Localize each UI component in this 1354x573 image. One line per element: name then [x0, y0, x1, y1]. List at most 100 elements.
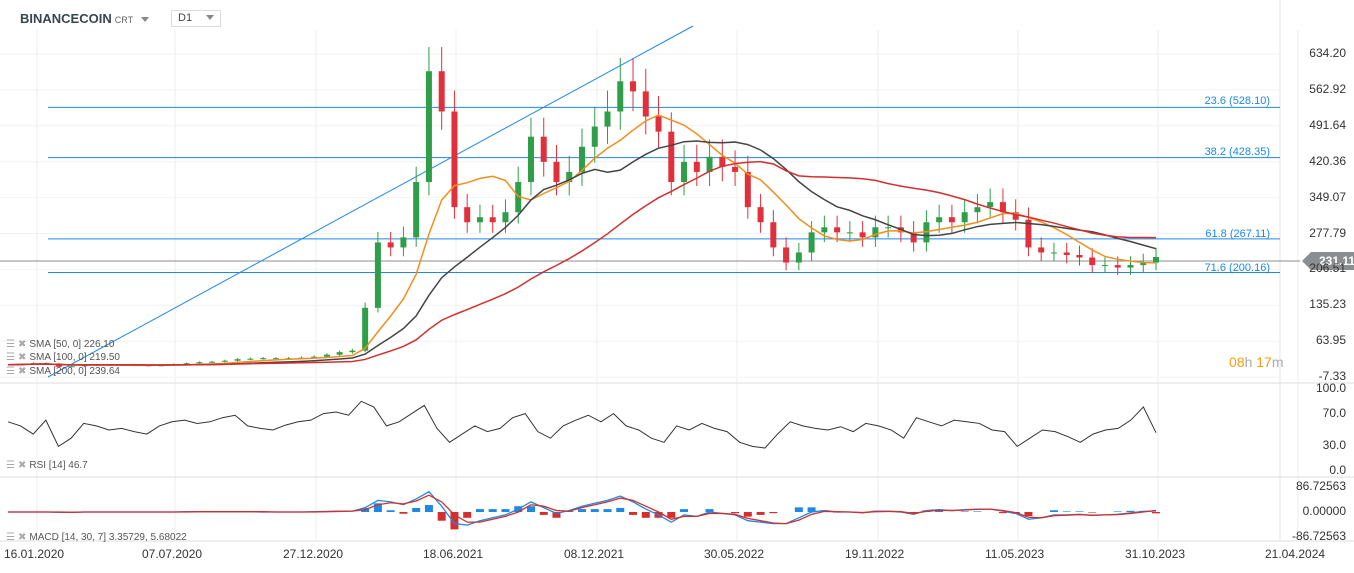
macd-histogram-bar: [743, 512, 752, 517]
macd-histogram-bar: [1113, 511, 1122, 512]
timer-minutes: 17: [1256, 354, 1272, 370]
macd-histogram-bar: [616, 507, 625, 512]
candle-body: [425, 71, 432, 182]
price-axis-label: 420.36: [1309, 153, 1346, 168]
close-icon[interactable]: ✖: [18, 352, 26, 363]
macd-histogram-bar: [1075, 511, 1084, 512]
candle-body: [1076, 254, 1083, 258]
candle-body: [936, 217, 943, 223]
macd-axis-label: 86.72563: [1295, 478, 1346, 493]
macd-histogram-bar: [386, 510, 395, 512]
candle-body: [502, 212, 509, 223]
time-axis-label: 07.07.2020: [142, 547, 203, 561]
candle-body: [668, 131, 675, 182]
candle-body: [1050, 252, 1057, 254]
candle-body: [476, 217, 483, 223]
time-axis-label: 18.06.2021: [423, 547, 484, 561]
menu-icon[interactable]: ☰: [6, 460, 15, 471]
price-axis-label: 277.79: [1309, 225, 1346, 240]
close-icon[interactable]: ✖: [18, 532, 26, 543]
macd-histogram-bar: [437, 512, 446, 521]
candle-body: [744, 171, 751, 208]
candle-body: [859, 232, 866, 238]
timer-h: h: [1244, 354, 1253, 370]
legend-sma50-text: SMA [50, 0] 226.10: [29, 339, 115, 350]
candle-body: [540, 136, 547, 162]
macd-histogram-bar: [590, 509, 599, 512]
fib-label-61-8: 61.8 (267.11): [1205, 228, 1270, 240]
rsi-axis-label: 100.0: [1315, 381, 1346, 395]
close-icon[interactable]: ✖: [18, 339, 26, 350]
menu-icon[interactable]: ☰: [6, 352, 15, 363]
macd-histogram-bar: [731, 512, 740, 514]
candle-body: [387, 242, 394, 248]
candle-body: [795, 252, 802, 263]
trend-line: [47, 25, 694, 378]
candle-body: [681, 161, 688, 182]
macd-histogram-bar: [629, 512, 638, 515]
legend-rsi[interactable]: ☰ ✖ RSI [14] 46.7: [6, 460, 88, 471]
candle-body: [642, 91, 649, 117]
macd-histogram-bar: [1024, 512, 1033, 517]
menu-icon[interactable]: ☰: [6, 366, 15, 377]
candle-body: [221, 360, 228, 362]
candle-body: [834, 227, 841, 233]
legend-sma50[interactable]: ☰ ✖ SMA [50, 0] 226.10: [6, 339, 114, 350]
time-axis-label: 21.04.2024: [1265, 547, 1326, 561]
candle-body: [234, 359, 241, 361]
macd-histogram-bar: [578, 509, 586, 512]
legend-sma100[interactable]: ☰ ✖ SMA [100, 0] 219.50: [6, 352, 120, 363]
macd-histogram-bar: [756, 512, 765, 515]
candle-body: [783, 247, 790, 263]
price-chart[interactable]: [0, 0, 1354, 573]
menu-icon[interactable]: ☰: [6, 532, 15, 543]
candle-body: [821, 227, 828, 233]
candle-body: [464, 207, 471, 223]
candle-body: [987, 202, 994, 208]
candle-body: [1114, 265, 1121, 268]
candle-body: [438, 71, 445, 112]
rsi-axis-label: 0.0: [1329, 463, 1346, 477]
fib-label-23-6: 23.6 (528.10): [1204, 95, 1270, 107]
candle-body: [591, 126, 598, 147]
macd-histogram-bar: [399, 512, 408, 514]
macd-histogram-bar: [680, 509, 689, 512]
time-axis-label: 08.12.2021: [564, 547, 625, 561]
price-axis-label: 491.64: [1309, 117, 1346, 132]
candle-body: [1089, 257, 1096, 266]
candle-body: [209, 361, 216, 363]
candle-body: [604, 111, 611, 127]
candle-body: [1127, 265, 1134, 268]
candle-body: [617, 81, 624, 112]
price-axis-label: 206.51: [1309, 261, 1346, 276]
candle-body: [693, 161, 700, 172]
candle-body: [196, 362, 203, 364]
macd-histogram-bar: [960, 511, 969, 512]
price-axis-label: 135.23: [1309, 297, 1346, 312]
macd-histogram-bar: [1049, 510, 1058, 512]
legend-rsi-text: RSI [14] 46.7: [29, 460, 88, 471]
candle-body: [374, 242, 381, 308]
timer-hours: 08: [1229, 354, 1245, 370]
macd-histogram-bar: [539, 512, 548, 515]
legend-sma100-text: SMA [100, 0] 219.50: [29, 352, 120, 363]
macd-line: [8, 490, 1157, 526]
time-axis-label: 19.11.2022: [845, 547, 905, 561]
close-icon[interactable]: ✖: [18, 460, 26, 471]
candle-body: [362, 307, 369, 351]
legend-macd[interactable]: ☰ ✖ MACD [14, 30, 7] 3.35729, 5.68022: [6, 532, 187, 543]
close-icon[interactable]: ✖: [18, 366, 26, 377]
candle-body: [757, 207, 764, 223]
macd-histogram-bar: [501, 509, 510, 512]
macd-histogram-bar: [1152, 512, 1160, 514]
fib-label-38-2: 38.2 (428.35): [1204, 146, 1270, 158]
candle-body: [247, 358, 254, 360]
candle-body: [323, 354, 330, 357]
menu-icon[interactable]: ☰: [6, 339, 15, 350]
time-axis-label: 11.05.2023: [985, 547, 1045, 561]
legend-sma200[interactable]: ☰ ✖ SMA [200, 0] 239.64: [6, 366, 120, 377]
macd-histogram-bar: [1126, 510, 1135, 512]
candle-body: [846, 232, 853, 234]
candle-body: [336, 352, 343, 355]
time-axis-label: 31.10.2023: [1125, 547, 1186, 561]
